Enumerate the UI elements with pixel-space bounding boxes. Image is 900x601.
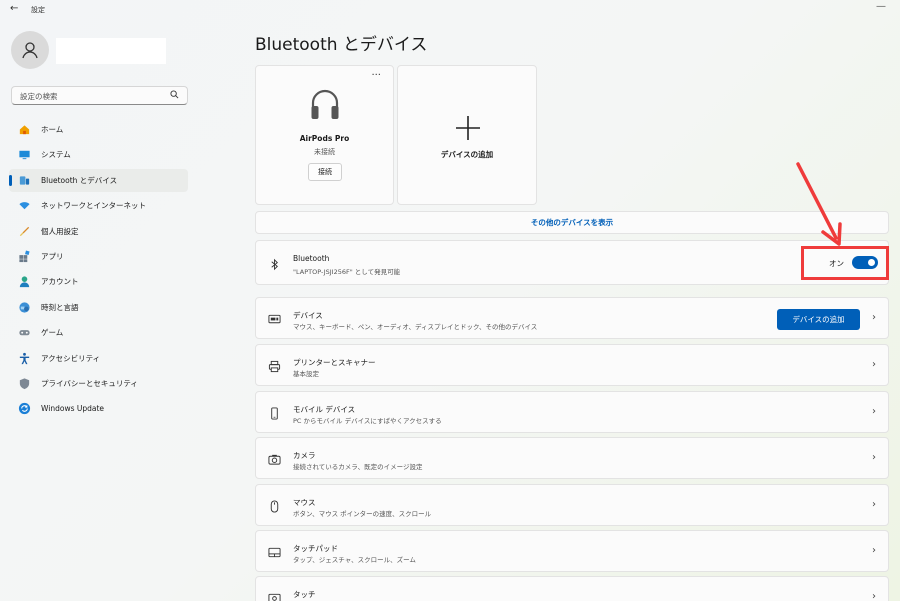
sidebar-item-label: ゲーム <box>41 328 64 338</box>
add-device-button[interactable]: デバイスの追加 <box>777 309 860 330</box>
sidebar-item-label: システム <box>41 150 71 160</box>
username-redacted <box>56 38 166 64</box>
add-device-label: デバイスの追加 <box>440 150 494 159</box>
touch-row[interactable]: タッチ › <box>255 576 889 601</box>
network-icon <box>17 199 31 213</box>
red-arrow-annotation <box>796 162 842 246</box>
bluetooth-title: Bluetooth <box>293 254 330 263</box>
system-icon <box>17 148 31 162</box>
title-bar: ← 設定 — <box>0 0 900 18</box>
sidebar-item-label: ホーム <box>41 125 64 134</box>
camera-row[interactable]: カメラ 接続されているカメラ、既定のイメージ設定 › <box>255 437 889 479</box>
page-title: Bluetooth とデバイス <box>255 35 428 55</box>
row-title: タッチ <box>293 590 316 599</box>
sidebar-item-home[interactable]: ホーム <box>9 118 188 141</box>
more-options-icon[interactable]: ··· <box>371 70 381 81</box>
row-title: カメラ <box>293 451 316 460</box>
minimize-button[interactable]: — <box>876 1 886 12</box>
row-title: モバイル デバイス <box>293 405 356 414</box>
row-subtitle: タップ、ジェスチャ、スクロール、ズーム <box>293 556 416 564</box>
row-title: プリンターとスキャナー <box>293 358 376 367</box>
plus-icon <box>456 116 480 140</box>
touchpad-row[interactable]: タッチパッド タップ、ジェスチャ、スクロール、ズーム › <box>255 530 889 572</box>
chevron-right-icon: › <box>872 312 876 323</box>
sidebar-item-personalization[interactable]: 個人用設定 <box>9 220 188 243</box>
chevron-right-icon: › <box>872 545 876 556</box>
headphones-icon <box>311 89 339 119</box>
device-card-airpods[interactable]: ··· AirPods Pro 未接続 接続 <box>255 65 394 205</box>
sidebar-item-time-language[interactable]: 時刻と言語 <box>9 296 188 319</box>
user-icon <box>22 42 38 59</box>
chevron-right-icon: › <box>872 359 876 370</box>
camera-icon <box>266 451 282 467</box>
row-subtitle: ボタン、マウス ポインターの速度、スクロール <box>293 510 432 518</box>
touchpad-icon <box>266 544 282 560</box>
sidebar-item-accounts[interactable]: アカウント <box>9 270 188 293</box>
add-device-card[interactable]: デバイスの追加 <box>397 65 537 205</box>
row-title: デバイス <box>293 311 323 320</box>
sidebar-item-windows-update[interactable]: Windows Update <box>9 397 188 420</box>
sidebar-item-label: 時刻と言語 <box>41 302 79 312</box>
main-content: Bluetooth とデバイス ··· AirPods Pro 未接続 接続 デ… <box>255 18 889 601</box>
sidebar-item-network[interactable]: ネットワークとインターネット <box>9 194 188 217</box>
sidebar-item-label: アプリ <box>41 251 64 261</box>
device-status: 未接続 <box>314 148 335 156</box>
time-language-icon <box>17 300 31 314</box>
row-title: タッチパッド <box>293 544 338 553</box>
avatar[interactable] <box>11 31 49 69</box>
accounts-icon <box>17 275 31 289</box>
windows-update-icon <box>17 402 31 416</box>
search-input[interactable]: 設定の検索 <box>11 86 188 105</box>
bluetooth-icon <box>266 256 282 272</box>
sidebar-item-label: ネットワークとインターネット <box>41 201 146 211</box>
row-subtitle: 接続されているカメラ、既定のイメージ設定 <box>293 463 423 471</box>
accessibility-icon <box>17 351 31 365</box>
printer-icon <box>266 358 282 374</box>
sidebar-item-gaming[interactable]: ゲーム <box>9 321 188 344</box>
bluetooth-devices-icon <box>17 173 31 187</box>
printers-row[interactable]: プリンターとスキャナー 基本設定 › <box>255 344 889 386</box>
chevron-right-icon: › <box>872 406 876 417</box>
sidebar: 設定の検索 ホーム システム Bluetooth とデバイス ネットワークとイン… <box>0 18 200 601</box>
touch-icon <box>266 590 282 601</box>
toggle-highlight-box <box>801 246 889 280</box>
row-title: マウス <box>293 498 316 507</box>
row-subtitle: 基本設定 <box>293 370 319 378</box>
sidebar-item-privacy[interactable]: プライバシーとセキュリティ <box>9 372 188 395</box>
search-placeholder: 設定の検索 <box>20 92 58 101</box>
bluetooth-subtitle: "LAPTOP-JSJI256F" として発見可能 <box>293 268 401 276</box>
sidebar-item-system[interactable]: システム <box>9 143 188 166</box>
sidebar-item-label: 個人用設定 <box>41 226 79 236</box>
window-title: 設定 <box>31 6 45 14</box>
chevron-right-icon: › <box>872 499 876 510</box>
search-icon <box>170 90 179 99</box>
sidebar-item-label: Bluetooth とデバイス <box>41 175 118 185</box>
devices-icon <box>266 311 282 327</box>
back-arrow-icon[interactable]: ← <box>10 3 18 14</box>
sidebar-item-apps[interactable]: アプリ <box>9 245 188 268</box>
mouse-icon <box>266 498 282 514</box>
apps-icon <box>17 249 31 263</box>
row-subtitle: PC からモバイル デバイスにすばやくアクセスする <box>293 417 442 425</box>
sidebar-item-label: Windows Update <box>41 404 105 414</box>
connect-button[interactable]: 接続 <box>308 163 342 181</box>
sidebar-item-bluetooth[interactable]: Bluetooth とデバイス <box>9 168 188 192</box>
gaming-icon <box>17 326 31 340</box>
sidebar-item-label: アカウント <box>41 277 79 287</box>
row-subtitle: マウス、キーボード、ペン、オーディオ、ディスプレイとドック、その他のデバイス <box>293 323 538 331</box>
devices-row[interactable]: デバイス マウス、キーボード、ペン、オーディオ、ディスプレイとドック、その他のデ… <box>255 297 889 339</box>
sidebar-item-label: プライバシーとセキュリティ <box>41 378 138 388</box>
sidebar-item-accessibility[interactable]: アクセシビリティ <box>9 347 188 370</box>
privacy-icon <box>17 376 31 390</box>
chevron-right-icon: › <box>872 591 876 601</box>
sidebar-item-label: アクセシビリティ <box>41 353 101 363</box>
mobile-icon <box>266 405 282 421</box>
mobile-devices-row[interactable]: モバイル デバイス PC からモバイル デバイスにすばやくアクセスする › <box>255 391 889 433</box>
chevron-right-icon: › <box>872 452 876 463</box>
sidebar-nav: ホーム システム Bluetooth とデバイス ネットワークとインターネット … <box>9 118 188 423</box>
mouse-row[interactable]: マウス ボタン、マウス ポインターの速度、スクロール › <box>255 484 889 526</box>
personalization-icon <box>17 224 31 238</box>
device-name: AirPods Pro <box>299 134 350 143</box>
home-icon <box>17 123 31 137</box>
